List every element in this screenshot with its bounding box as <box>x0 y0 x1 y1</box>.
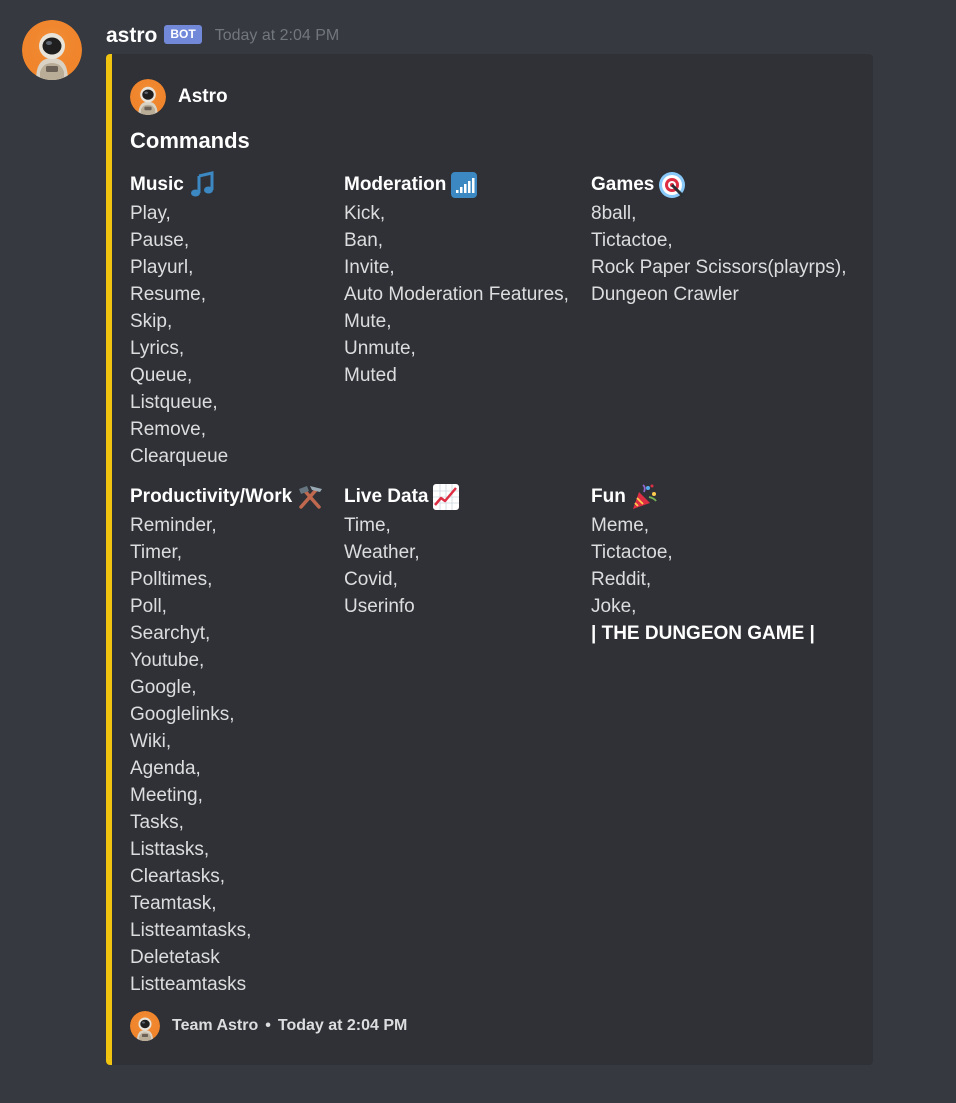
field-name: Music <box>130 170 228 200</box>
embed-footer: Team Astro • Today at 2:04 PM <box>130 1011 407 1041</box>
list-item: Tictactoe, <box>591 542 673 563</box>
embed: Astro Commands Music Play, Pause, Playur… <box>106 54 873 1065</box>
field-moderation: Moderation Kick, Ban, Invite, Auto Moder… <box>344 170 569 389</box>
chart-increasing-icon <box>432 483 460 511</box>
list-item: Resume, <box>130 284 207 305</box>
list-item: Poll, <box>130 596 167 617</box>
astronaut-avatar-icon[interactable] <box>22 20 82 80</box>
field-items: Time, Weather, Covid, Userinfo <box>344 512 460 620</box>
field-music: Music Play, Pause, Playurl, Resume, Skip… <box>130 170 228 470</box>
field-productivity: Productivity/Work Reminder, Timer, Pollt… <box>130 482 324 998</box>
list-item: Listtasks, <box>130 839 210 860</box>
list-item: Teamtask, <box>130 893 217 914</box>
list-item: Google, <box>130 677 197 698</box>
footer-separator: • <box>265 1017 271 1034</box>
list-item: Mute, <box>344 311 392 332</box>
field-items: Kick, Ban, Invite, Auto Moderation Featu… <box>344 200 569 389</box>
field-games: Games 8ball, Tictactoe, Rock Paper Sciss… <box>591 170 847 308</box>
list-item: Listteamtasks <box>130 974 247 995</box>
musical-note-icon <box>188 171 216 199</box>
field-name: Moderation <box>344 170 569 200</box>
embed-author: Astro <box>130 79 228 115</box>
list-item: Pause, <box>130 230 190 251</box>
field-items: Play, Pause, Playurl, Resume, Skip, Lyri… <box>130 200 228 470</box>
list-item: Googlelinks, <box>130 704 235 725</box>
field-items: Reminder, Timer, Polltimes, Poll, Search… <box>130 512 324 998</box>
field-title: Games <box>591 174 655 195</box>
astronaut-avatar-icon <box>130 1011 160 1041</box>
astronaut-avatar-icon <box>130 79 166 115</box>
field-title: Moderation <box>344 174 447 195</box>
hammer-and-pick-icon <box>296 483 324 511</box>
message-header: astro BOT Today at 2:04 PM <box>106 20 339 52</box>
field-fun: Fun Meme, Tictactoe, Reddit, Joke, | THE… <box>591 482 815 647</box>
list-item: Reddit, <box>591 569 652 590</box>
list-item: Timer, <box>130 542 183 563</box>
list-item: Remove, <box>130 419 207 440</box>
list-item: Play, <box>130 203 171 224</box>
list-item: Lyrics, <box>130 338 185 359</box>
list-item-bold: | THE DUNGEON GAME | <box>591 623 815 644</box>
embed-author-name: Astro <box>178 86 228 107</box>
list-item: Listteamtasks, <box>130 920 252 941</box>
field-name: Productivity/Work <box>130 482 324 512</box>
list-item: Auto Moderation Features, <box>344 284 569 305</box>
list-item: Skip, <box>130 311 173 332</box>
list-item: Meeting, <box>130 785 203 806</box>
field-title: Fun <box>591 486 626 507</box>
list-item: Weather, <box>344 542 420 563</box>
list-item: Cleartasks, <box>130 866 226 887</box>
footer-timestamp: Today at 2:04 PM <box>277 1017 408 1034</box>
field-name: Games <box>591 170 847 200</box>
bot-badge: BOT <box>164 24 202 44</box>
list-item: Invite, <box>344 257 395 278</box>
list-item: Searchyt, <box>130 623 211 644</box>
list-item: Meme, <box>591 515 650 536</box>
list-item: Clearqueue <box>130 446 229 467</box>
list-item: Agenda, <box>130 758 201 779</box>
party-popper-icon <box>630 483 658 511</box>
field-name: Live Data <box>344 482 460 512</box>
username[interactable]: astro <box>106 24 157 48</box>
list-item: Deletetask <box>130 947 220 968</box>
field-live-data: Live Data Time, Weather, Covid, Userinfo <box>344 482 460 620</box>
list-item: Rock Paper Scissors(playrps), <box>591 257 847 278</box>
list-item: Youtube, <box>130 650 205 671</box>
list-item: Wiki, <box>130 731 172 752</box>
list-item: 8ball, <box>591 203 637 224</box>
list-item: Polltimes, <box>130 569 213 590</box>
embed-title: Commands <box>130 128 250 153</box>
list-item: Dungeon Crawler <box>591 284 739 305</box>
field-items: 8ball, Tictactoe, Rock Paper Scissors(pl… <box>591 200 847 308</box>
field-title: Music <box>130 174 184 195</box>
signal-bars-icon <box>450 171 478 199</box>
list-item: Kick, <box>344 203 386 224</box>
list-item: Userinfo <box>344 596 415 617</box>
list-item: Unmute, <box>344 338 416 359</box>
list-item: Tictactoe, <box>591 230 673 251</box>
field-title: Live Data <box>344 486 429 507</box>
footer-text: Team Astro <box>172 1017 259 1034</box>
message-timestamp[interactable]: Today at 2:04 PM <box>215 27 340 45</box>
list-item: Time, <box>344 515 391 536</box>
list-item: Covid, <box>344 569 398 590</box>
list-item: Joke, <box>591 596 637 617</box>
embed-accent-bar <box>106 54 112 1065</box>
list-item: Listqueue, <box>130 392 218 413</box>
target-icon <box>658 171 686 199</box>
list-item: Playurl, <box>130 257 194 278</box>
list-item: Reminder, <box>130 515 217 536</box>
field-title: Productivity/Work <box>130 486 293 507</box>
chat-message: astro BOT Today at 2:04 PM Astro Command… <box>0 0 956 1103</box>
list-item: Tasks, <box>130 812 184 833</box>
list-item: Ban, <box>344 230 384 251</box>
field-name: Fun <box>591 482 815 512</box>
list-item: Muted <box>344 365 397 386</box>
field-items: Meme, Tictactoe, Reddit, Joke, | THE DUN… <box>591 512 815 647</box>
list-item: Queue, <box>130 365 193 386</box>
